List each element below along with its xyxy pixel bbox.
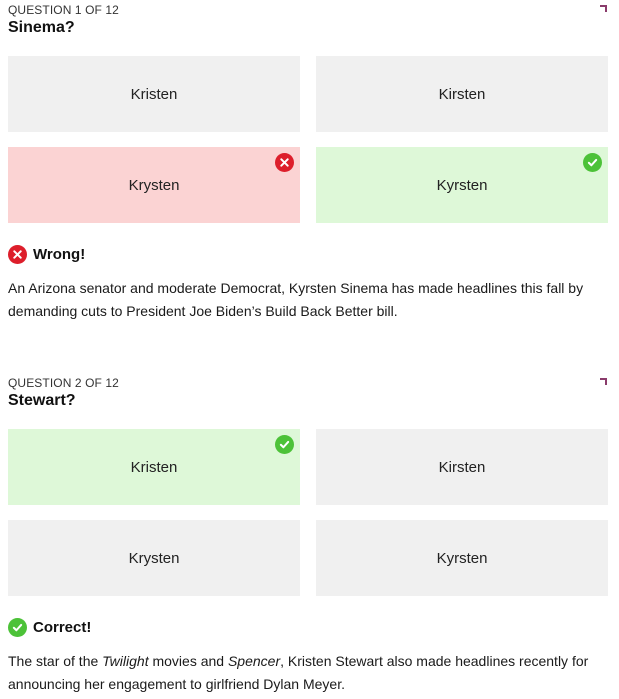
answer-label: Kyrsten xyxy=(436,549,488,567)
answer-option-kristen[interactable]: Kristen xyxy=(8,429,300,505)
corner-bracket-icon xyxy=(600,5,607,12)
answer-label: Kristen xyxy=(130,458,178,476)
result-feedback: Correct! xyxy=(8,618,91,637)
result-label: Correct! xyxy=(33,619,92,636)
answer-label: Kristen xyxy=(130,85,178,103)
answer-option-kyrsten[interactable]: Kyrsten xyxy=(316,520,608,596)
answer-label: Kirsten xyxy=(438,458,486,476)
explanation-text: movies and xyxy=(148,653,228,669)
answer-option-kirsten[interactable]: Kirsten xyxy=(316,56,608,132)
answer-explanation: The star of the Twilight movies and Spen… xyxy=(8,650,613,696)
check-circle-icon xyxy=(8,618,27,637)
check-circle-icon xyxy=(275,435,294,454)
answer-label: Krysten xyxy=(128,176,180,194)
x-circle-icon xyxy=(8,245,27,264)
result-label: Wrong! xyxy=(33,246,86,263)
movie-title-twilight: Twilight xyxy=(102,653,149,669)
answer-label: Kirsten xyxy=(438,85,486,103)
explanation-text: An Arizona senator and moderate Democrat… xyxy=(8,280,584,319)
answer-option-kristen[interactable]: Kristen xyxy=(8,56,300,132)
answer-label: Krysten xyxy=(128,549,180,567)
answer-option-krysten[interactable]: Krysten xyxy=(8,147,300,223)
check-circle-icon xyxy=(583,153,602,172)
question-title: Stewart? xyxy=(8,392,76,409)
explanation-text: The star of the xyxy=(8,653,103,669)
question-counter: QUESTION 1 OF 12 xyxy=(8,3,119,17)
answer-option-krysten[interactable]: Krysten xyxy=(8,520,300,596)
answer-explanation: An Arizona senator and moderate Democrat… xyxy=(8,277,613,323)
movie-title-spencer: Spencer xyxy=(227,653,281,669)
result-feedback: Wrong! xyxy=(8,245,85,264)
question-title: Sinema? xyxy=(8,19,75,36)
x-circle-icon xyxy=(275,153,294,172)
corner-bracket-icon xyxy=(600,378,607,385)
answer-option-kyrsten[interactable]: Kyrsten xyxy=(316,147,608,223)
question-counter: QUESTION 2 OF 12 xyxy=(8,376,119,390)
answer-option-kirsten[interactable]: Kirsten xyxy=(316,429,608,505)
answer-label: Kyrsten xyxy=(436,176,488,194)
